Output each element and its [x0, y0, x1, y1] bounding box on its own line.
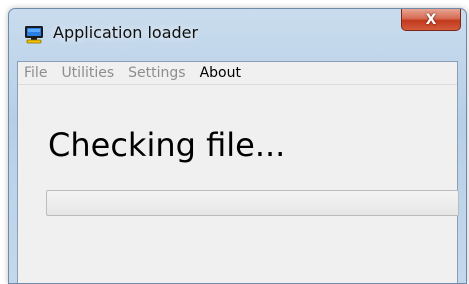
progress-bar — [46, 190, 459, 216]
close-button[interactable]: X — [401, 9, 461, 31]
title-bar[interactable]: Application loader X — [9, 9, 466, 57]
menu-file[interactable]: File — [18, 63, 53, 83]
menu-utilities[interactable]: Utilities — [55, 63, 120, 83]
window-title: Application loader — [53, 23, 199, 42]
monitor-icon — [25, 26, 43, 44]
menu-about[interactable]: About — [194, 63, 247, 83]
status-message: Checking file... — [48, 126, 286, 164]
menu-settings[interactable]: Settings — [122, 63, 191, 83]
app-window: Application loader X File Utilities Sett… — [8, 8, 467, 284]
close-icon: X — [425, 11, 437, 28]
menu-bar: File Utilities Settings About — [18, 62, 457, 85]
client-area: File Utilities Settings About Checking f… — [17, 61, 459, 283]
